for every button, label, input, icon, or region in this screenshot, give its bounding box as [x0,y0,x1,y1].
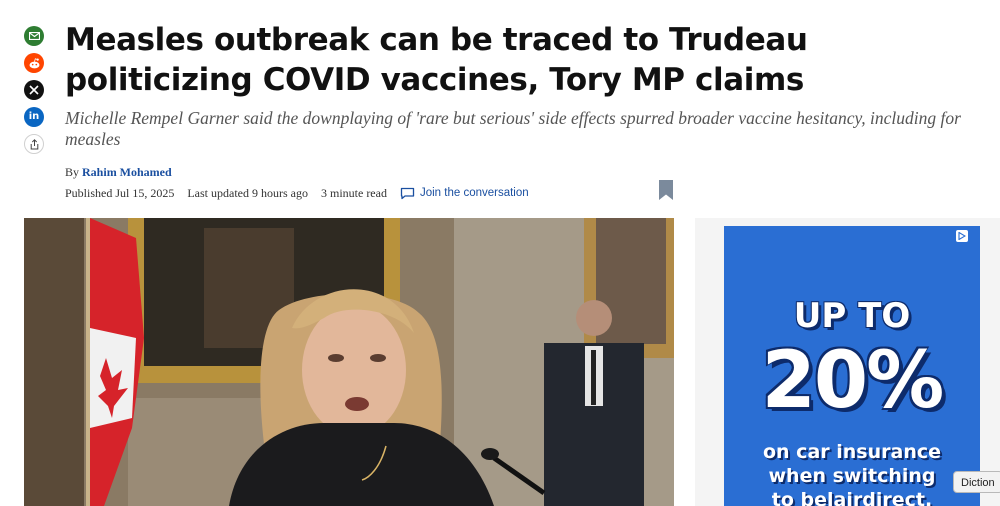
join-conversation-label: Join the conversation [419,187,529,199]
envelope-icon [28,32,40,40]
ad-body-line3: to belairdirect. [771,489,933,506]
article-meta: Published Jul 15, 2025 Last updated 9 ho… [65,185,529,201]
author-link[interactable]: Rahim Mohamed [82,165,172,179]
ad-body-line1: on car insurance [762,441,941,463]
ad-line2: 20% [761,336,945,426]
email-share-button[interactable] [24,26,44,46]
reddit-icon [29,57,39,68]
join-conversation-link[interactable]: Join the conversation [400,187,529,200]
insurance-ad[interactable]: UP TO 20% on car insurance when switchin… [724,226,980,506]
article-deck: Michelle Rempel Garner said the downplay… [65,108,961,149]
bookmark-icon[interactable] [659,180,673,200]
tooltip: Diction [953,471,1000,493]
ad-body: on car insurance when switching to belai… [724,440,980,506]
ad-choices-icon[interactable] [956,230,968,242]
byline-prefix: By [65,165,80,179]
reddit-share-button[interactable] [24,53,44,73]
lead-photo [24,218,674,506]
linkedin-share-button[interactable]: in [24,107,44,127]
article-headline: Measles outbreak can be traced to Trudea… [65,22,808,98]
ad-line1: UP TO [793,296,911,336]
published-date: Published Jul 15, 2025 [65,185,175,200]
byline: By Rahim Mohamed [65,165,172,180]
ad-body-line2: when switching [768,465,936,487]
more-share-button[interactable] [24,134,44,154]
comment-icon [400,187,415,199]
x-icon [29,85,39,95]
linkedin-icon: in [28,111,40,122]
lead-photo-image [24,218,674,506]
updated-time: Last updated 9 hours ago [187,185,308,200]
share-rail: in [24,26,46,161]
x-share-button[interactable] [24,80,44,100]
share-icon [30,138,38,149]
read-time: 3 minute read [320,185,387,200]
